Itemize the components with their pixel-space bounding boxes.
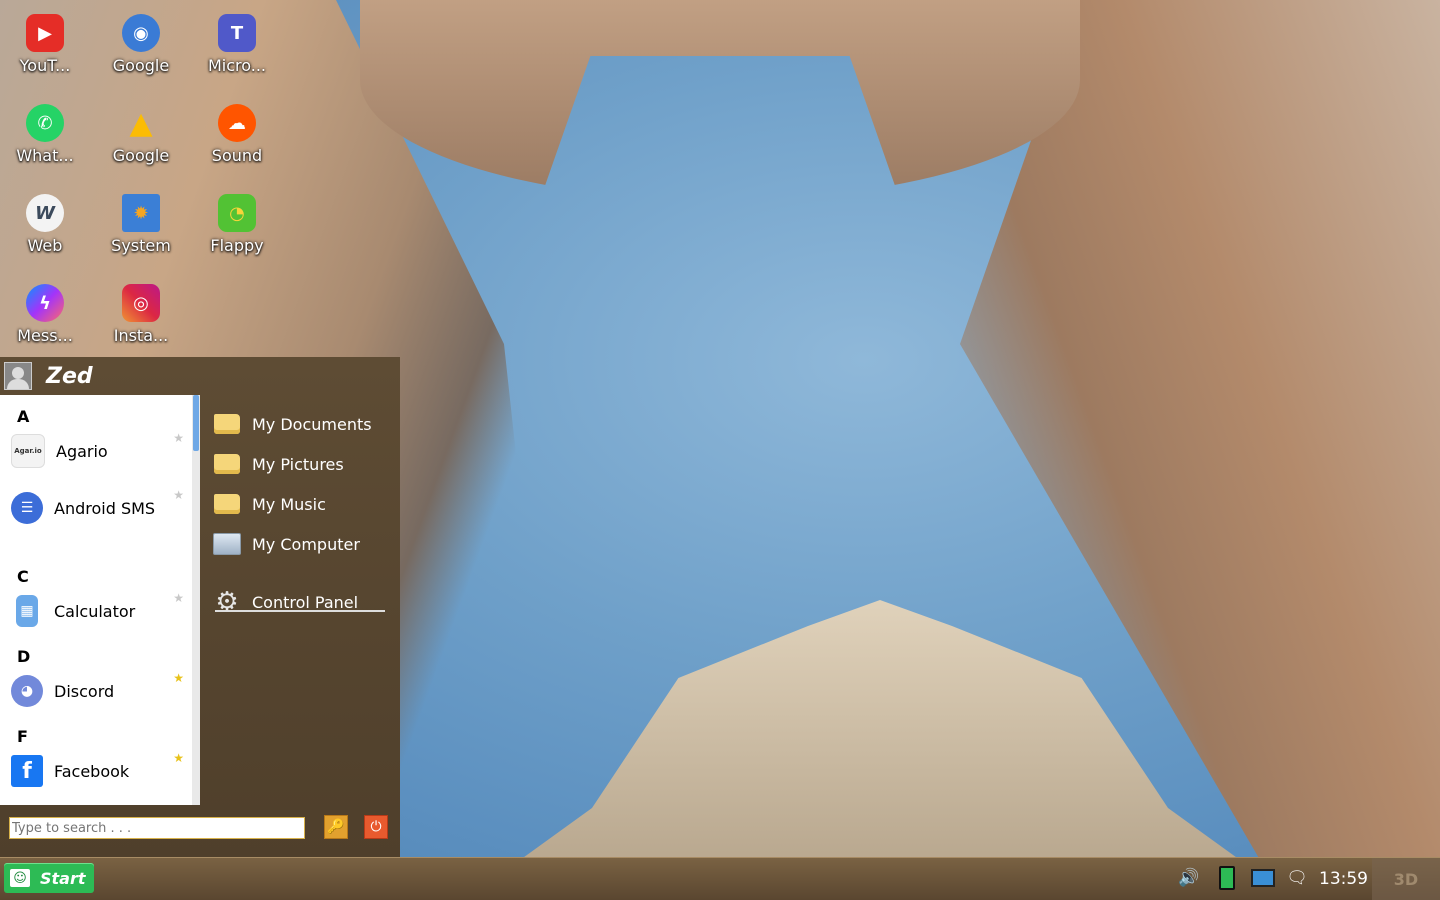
wallpaper-arch [360,0,1080,200]
place-control-panel[interactable]: ⚙ Control Panel [212,584,358,620]
flappy-bird-icon: ◔ [218,194,256,232]
desktop-icon-whatsapp[interactable]: ✆ What... [0,90,93,178]
key-icon: 🔑 [327,819,345,835]
agario-icon: Agar.io [11,434,45,468]
app-item-discord[interactable]: ◕ Discord ★ [0,671,190,711]
control-panel-gear-icon: ⚙ [215,587,239,617]
youtube-icon: ▶ [26,14,64,52]
desktop-icon-google-earth[interactable]: ◉ Google [93,0,189,88]
music-folder-icon [212,490,242,518]
place-my-music[interactable]: My Music [212,486,326,522]
instagram-icon: ◎ [122,284,160,322]
group-letter: D [17,647,31,666]
clock[interactable]: 13:59 [1319,869,1368,889]
desktop-icon-youtube[interactable]: ▶ YouT... [0,0,93,88]
notifications-icon[interactable]: 🗨 [1284,866,1310,890]
calculator-icon: ▦ [16,595,38,627]
desktop-icon-web[interactable]: W Web [0,180,93,268]
start-logo-icon: ☺ [10,869,30,887]
soundcloud-icon: ☁ [218,104,256,142]
messenger-icon: ϟ [26,284,64,322]
favorite-star-icon[interactable]: ★ [173,488,184,502]
facebook-icon: f [11,755,43,787]
system-icon: ✹ [122,194,160,232]
app-item-calculator[interactable]: ▦ Calculator ★ [0,591,190,631]
place-my-pictures[interactable]: My Pictures [212,446,344,482]
power-icon: ⏻ [370,819,382,835]
lock-key-button[interactable]: 🔑 [324,815,348,839]
start-menu-header: Zed [0,357,400,395]
group-letter: F [17,727,28,746]
user-name: Zed [46,363,93,389]
taskbar: ☺ Start 🔊 🗨 13:59 3D [0,857,1440,900]
volume-icon[interactable]: 🔊 [1176,866,1202,890]
desktop-icon-system[interactable]: ✹ System [93,180,189,268]
app-item-android-sms[interactable]: ☰ Android SMS ★ [0,488,190,528]
favorite-star-icon[interactable]: ★ [173,431,184,445]
start-menu-footer: 🔑 ⏻ [0,805,400,857]
whatsapp-icon: ✆ [26,104,64,142]
start-button[interactable]: ☺ Start [4,863,94,893]
app-list-scrollbar[interactable] [192,395,200,805]
google-earth-icon: ◉ [122,14,160,52]
place-my-computer[interactable]: My Computer [212,526,360,562]
web-icon: W [26,194,64,232]
3d-toggle-button[interactable]: 3D [1372,858,1440,900]
documents-folder-icon [212,410,242,438]
desktop-icon-soundcloud[interactable]: ☁ Sound [189,90,285,178]
favorite-star-icon[interactable]: ★ [173,751,184,765]
desktop-icon-flappy[interactable]: ◔ Flappy [189,180,285,268]
desktop-icon-instagram[interactable]: ◎ Insta... [93,270,189,358]
desktop-icon-google-drive[interactable]: ▲ Google [93,90,189,178]
discord-icon: ◕ [11,675,43,707]
desktop-icon-messenger[interactable]: ϟ Mess... [0,270,93,358]
app-list: A Agar.io Agario ★ ☰ Android SMS ★ C ▦ C… [0,395,200,805]
microsoft-teams-icon: T [218,14,256,52]
places-list: My Documents My Pictures My Music My Com… [200,395,400,805]
avatar[interactable] [4,362,32,390]
search-input[interactable] [9,817,305,839]
app-item-facebook[interactable]: f Facebook ★ [0,751,190,791]
app-item-agario[interactable]: Agar.io Agario ★ [0,431,190,471]
network-icon[interactable] [1250,866,1276,890]
battery-icon[interactable] [1214,866,1240,890]
pictures-folder-icon [212,450,242,478]
computer-icon [212,530,242,558]
start-menu: Zed A Agar.io Agario ★ ☰ Android SMS ★ C… [0,357,400,857]
favorite-star-icon[interactable]: ★ [173,671,184,685]
desktop-icon-microsoft-teams[interactable]: T Micro... [189,0,285,88]
scrollbar-thumb[interactable] [193,395,199,451]
group-letter: C [17,567,29,586]
group-letter: A [17,407,30,426]
place-my-documents[interactable]: My Documents [212,406,372,442]
power-button[interactable]: ⏻ [364,815,388,839]
android-sms-icon: ☰ [11,492,43,524]
google-drive-icon: ▲ [129,105,153,141]
favorite-star-icon[interactable]: ★ [173,591,184,605]
